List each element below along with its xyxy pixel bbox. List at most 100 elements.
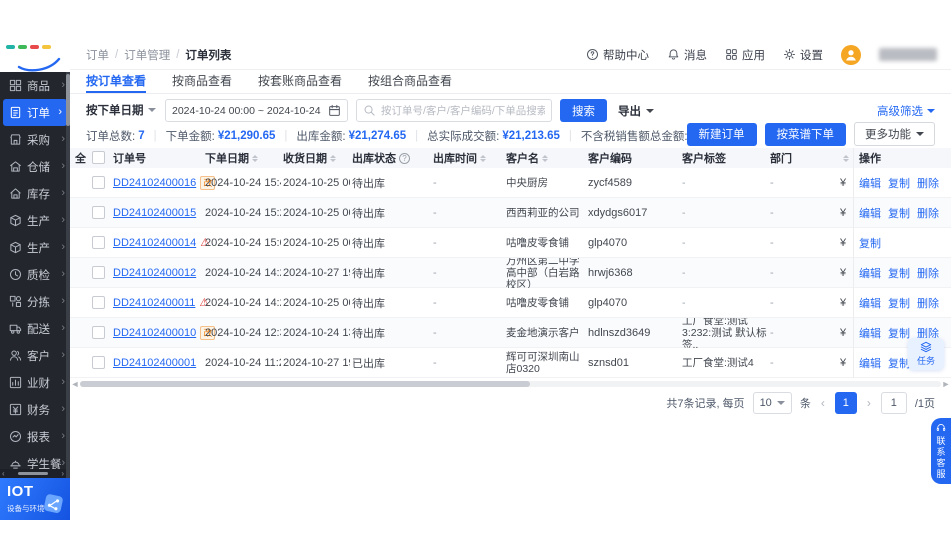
op-复制-link[interactable]: 复制 [888, 175, 910, 191]
op-删除-link[interactable]: 删除 [917, 295, 939, 311]
toolbar: 新建订单 按菜谱下单 更多功能 [686, 122, 935, 146]
cell-dept: - [770, 267, 774, 279]
sort-icon[interactable] [330, 154, 336, 162]
op-复制-link[interactable]: 复制 [888, 325, 910, 341]
order-number-link[interactable]: DD24102400012 [113, 267, 196, 279]
current-page-button[interactable]: 1 [834, 392, 857, 414]
op-编辑-link[interactable]: 编辑 [859, 205, 881, 221]
sidebar-item-质检[interactable]: 质检 › [0, 261, 70, 288]
op-复制-link[interactable]: 复制 [888, 205, 910, 221]
scroll-left-icon[interactable]: ◄ [70, 379, 80, 389]
cell-status: 待出库 [352, 178, 385, 190]
op-删除-link[interactable]: 删除 [917, 175, 939, 191]
row-checkbox[interactable] [92, 236, 105, 249]
new-order-button[interactable]: 新建订单 [686, 122, 757, 146]
sort-icon[interactable] [542, 154, 548, 162]
row-checkbox[interactable] [92, 176, 105, 189]
sidebar-item-生产[interactable]: 生产 › [0, 234, 70, 261]
sort-icon[interactable] [480, 154, 486, 162]
op-编辑-link[interactable]: 编辑 [859, 265, 881, 281]
topbar-action-帮助中心[interactable]: 帮助中心 [586, 47, 649, 63]
topbar-action-应用[interactable]: 应用 [725, 47, 765, 63]
sidebar-item-生产[interactable]: 生产 › [0, 207, 70, 234]
cell-amt: ¥ [840, 207, 847, 219]
column-header-out[interactable]: 出库时间 [433, 148, 501, 168]
order-number-link[interactable]: DD24102400014 [113, 237, 196, 249]
sidebar-item-订单[interactable]: 订单 › [3, 99, 67, 126]
date-range-input[interactable] [165, 99, 348, 122]
sidebar-item-业财[interactable]: 业财 › [0, 369, 70, 396]
task-floating-button[interactable]: 任务 [908, 338, 944, 370]
sort-icon[interactable] [252, 154, 258, 162]
breadcrumb-item[interactable]: 订单 [86, 47, 109, 63]
user-name-masked[interactable] [879, 48, 937, 61]
row-checkbox[interactable] [92, 206, 105, 219]
info-icon[interactable]: ? [399, 152, 410, 164]
more-functions-button[interactable]: 更多功能 [854, 122, 935, 146]
per-page-select[interactable]: 10 [752, 392, 792, 414]
prev-page-button[interactable]: ‹ [819, 396, 827, 410]
tab-按组合商品查看[interactable]: 按组合商品查看 [368, 70, 452, 93]
op-删除-link[interactable]: 删除 [917, 265, 939, 281]
headset-icon [936, 423, 946, 433]
search-button[interactable]: 搜索 [560, 99, 607, 122]
sidebar-item-财务[interactable]: 财务 › [0, 396, 70, 423]
select-all-checkbox[interactable] [92, 151, 105, 164]
search-input[interactable] [381, 104, 545, 117]
order-number-link[interactable]: DD24102400011 [113, 297, 195, 309]
iot-module[interactable]: IOT 设备与环境 [0, 478, 70, 520]
column-header-place[interactable]: 下单日期 [205, 148, 281, 168]
pagination-unit: 条 [799, 398, 811, 410]
export-button[interactable]: 导出 [618, 103, 654, 119]
sidebar-item-分拣[interactable]: 分拣 › [0, 288, 70, 315]
op-编辑-link[interactable]: 编辑 [859, 325, 881, 341]
row-checkbox[interactable] [92, 326, 105, 339]
tab-按商品查看[interactable]: 按商品查看 [172, 70, 232, 93]
order-number-link[interactable]: DD24102400010 [113, 327, 196, 339]
tab-按套账商品查看[interactable]: 按套账商品查看 [258, 70, 342, 93]
next-page-button[interactable]: › [865, 396, 873, 410]
tab-按订单查看[interactable]: 按订单查看 [86, 70, 147, 93]
sidebar-item-商品[interactable]: 商品 › [0, 72, 70, 99]
order-number-link[interactable]: DD24102400016 [113, 177, 196, 189]
op-复制-link[interactable]: 复制 [859, 235, 881, 251]
sidebar-item-客户[interactable]: 客户 › [0, 342, 70, 369]
stat-value: ¥21,213.65 [502, 130, 560, 142]
sidebar-item-label: 配送 [27, 323, 50, 336]
op-复制-link[interactable]: 复制 [888, 295, 910, 311]
date-type-select[interactable]: 按下单日期 [86, 102, 156, 118]
row-checkbox[interactable] [92, 356, 105, 369]
row-checkbox[interactable] [92, 296, 105, 309]
order-number-link[interactable]: DD24102400015 [113, 207, 196, 219]
op-删除-link[interactable]: 删除 [917, 205, 939, 221]
op-复制-link[interactable]: 复制 [888, 355, 910, 371]
op-编辑-link[interactable]: 编辑 [859, 295, 881, 311]
column-header-recv[interactable]: 收货日期 [283, 148, 350, 168]
sidebar-item-采购[interactable]: 采购 › [0, 126, 70, 153]
op-编辑-link[interactable]: 编辑 [859, 355, 881, 371]
sidebar-hscrollbar[interactable]: ‹ › [0, 469, 66, 478]
column-header-amt[interactable] [840, 148, 852, 168]
row-checkbox[interactable] [92, 266, 105, 279]
topbar-action-消息[interactable]: 消息 [667, 47, 707, 63]
column-header-cust[interactable]: 客户名 [506, 148, 586, 168]
sidebar-item-库存[interactable]: 库存 › [0, 180, 70, 207]
stat-value: ¥21,290.65 [217, 130, 276, 142]
topbar-action-设置[interactable]: 设置 [783, 47, 823, 63]
order-number-link[interactable]: DD24102400001 [113, 357, 196, 369]
avatar[interactable] [841, 44, 861, 65]
hscroll-thumb[interactable] [80, 381, 530, 387]
sidebar-item-报表[interactable]: 报表 › [0, 423, 70, 450]
sidebar-item-配送[interactable]: 配送 › [0, 315, 70, 342]
sort-icon[interactable] [843, 154, 849, 162]
order-by-recipe-button[interactable]: 按菜谱下单 [764, 122, 846, 146]
op-编辑-link[interactable]: 编辑 [859, 175, 881, 191]
contact-support-tab[interactable]: 联系客服 [931, 418, 951, 484]
scroll-right-icon[interactable]: ► [941, 379, 951, 389]
sidebar-item-仓储[interactable]: 仓储 › [0, 153, 70, 180]
page-jump-input[interactable]: 1 [880, 392, 907, 414]
op-复制-link[interactable]: 复制 [888, 265, 910, 281]
date-range-value[interactable] [172, 104, 322, 117]
advanced-filter-button[interactable]: 高级筛选 [877, 103, 935, 119]
breadcrumb-item[interactable]: 订单管理 [124, 47, 170, 63]
